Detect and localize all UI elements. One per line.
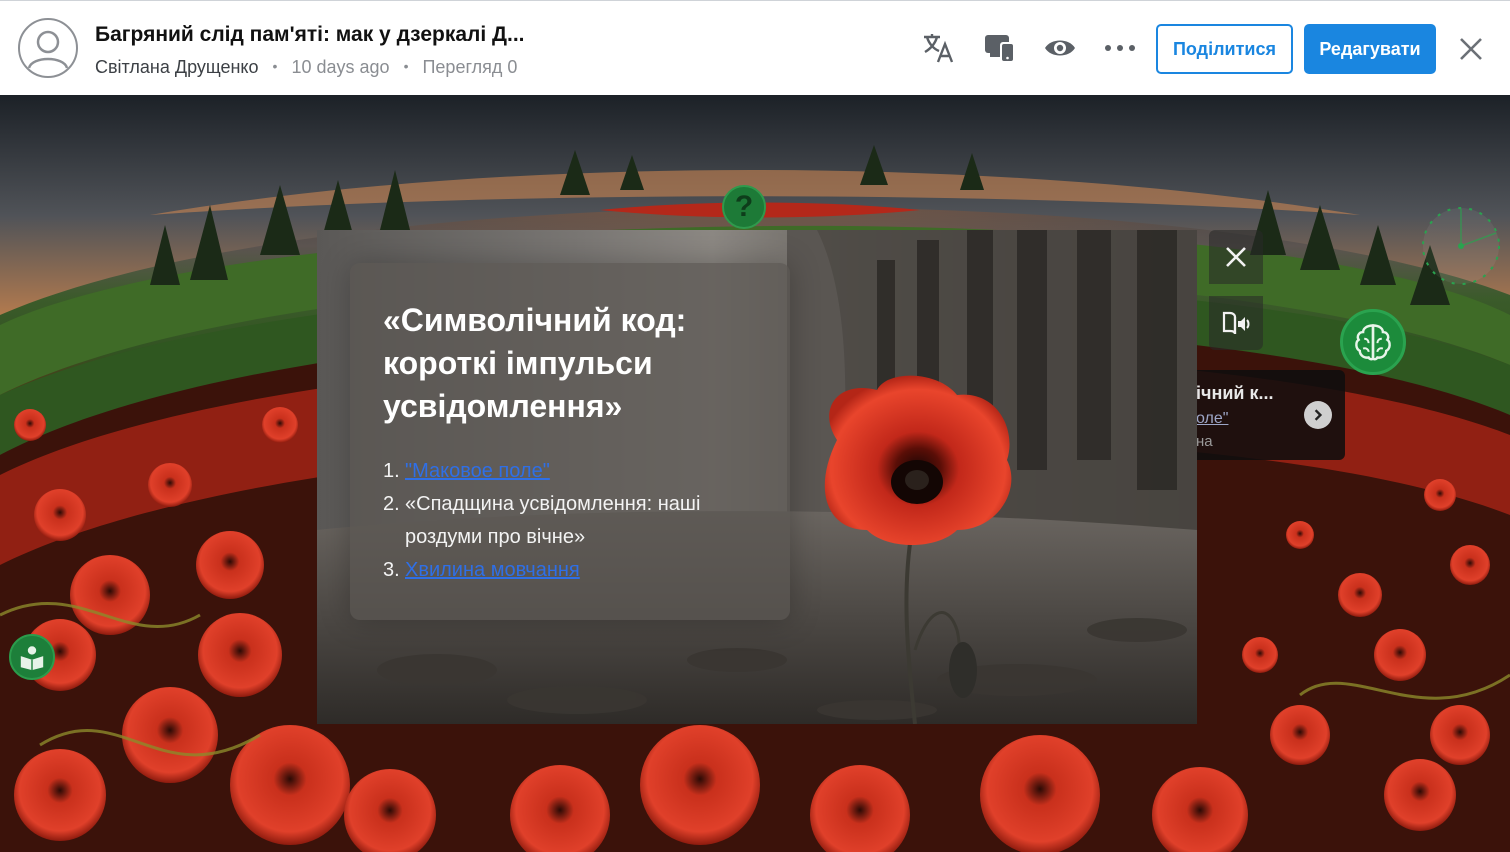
post-meta: Світлана Друщенко • 10 days ago • Перегл… bbox=[95, 57, 517, 78]
chevron-right-icon bbox=[1314, 409, 1323, 421]
separator-dot: • bbox=[272, 58, 278, 74]
compass-icon[interactable] bbox=[1418, 203, 1504, 289]
modal-list: 1. "Маковое поле" 2. «Спадщина усвідомле… bbox=[383, 455, 773, 587]
close-icon bbox=[1226, 247, 1246, 267]
close-icon[interactable] bbox=[1458, 36, 1484, 62]
brain-icon bbox=[1355, 324, 1391, 361]
preview-card-link[interactable]: оле" bbox=[1196, 410, 1228, 428]
eye-icon[interactable] bbox=[1043, 31, 1077, 65]
modal-close-button[interactable] bbox=[1209, 230, 1263, 284]
translate-icon[interactable] bbox=[921, 31, 955, 65]
modal-title: «Символічний код: короткі імпульси усвід… bbox=[383, 302, 687, 424]
share-button[interactable]: Поділитися bbox=[1156, 24, 1293, 74]
user-icon bbox=[27, 30, 69, 69]
list-item: 3. Хвилина мовчання bbox=[383, 554, 773, 587]
avatar[interactable] bbox=[18, 18, 78, 78]
brain-hotspot[interactable] bbox=[1340, 309, 1406, 375]
page-title: Багряний слід пам'яті: мак у дзеркалі Д.… bbox=[95, 23, 525, 46]
book-hotspot[interactable] bbox=[9, 634, 55, 680]
devices-icon[interactable] bbox=[983, 31, 1017, 65]
list-item-link[interactable]: Хвилина мовчання bbox=[405, 554, 580, 587]
list-item-text: «Спадщина усвідомлення: наші роздуми про… bbox=[405, 493, 701, 548]
question-hotspot[interactable]: ? bbox=[722, 185, 766, 229]
read-aloud-icon bbox=[1222, 311, 1250, 335]
list-item: 2. «Спадщина усвідомлення: наші роздуми … bbox=[383, 488, 773, 554]
post-age: 10 days ago bbox=[291, 57, 390, 77]
preview-card-title: ічний к... bbox=[1196, 383, 1274, 403]
separator-dot: • bbox=[403, 58, 409, 74]
question-icon: ? bbox=[734, 190, 754, 223]
info-modal: «Символічний код: короткі імпульси усвід… bbox=[317, 230, 1197, 724]
edit-button[interactable]: Редагувати bbox=[1304, 24, 1436, 74]
top-bar: Багряний слід пам'яті: мак у дзеркалі Д.… bbox=[0, 0, 1510, 95]
more-icon[interactable] bbox=[1103, 31, 1137, 65]
list-item: 1. "Маковое поле" bbox=[383, 455, 773, 488]
audio-read-button[interactable] bbox=[1209, 296, 1263, 350]
view-count: Перегляд 0 bbox=[422, 57, 518, 77]
modal-text-card: «Символічний код: короткі імпульси усвід… bbox=[350, 263, 790, 620]
book-reader-icon bbox=[20, 646, 44, 671]
list-item-link[interactable]: "Маковое поле" bbox=[405, 455, 550, 488]
author-name[interactable]: Світлана Друщенко bbox=[95, 57, 259, 77]
preview-card-subtitle: на bbox=[1196, 433, 1213, 450]
preview-next-button[interactable] bbox=[1304, 401, 1332, 429]
